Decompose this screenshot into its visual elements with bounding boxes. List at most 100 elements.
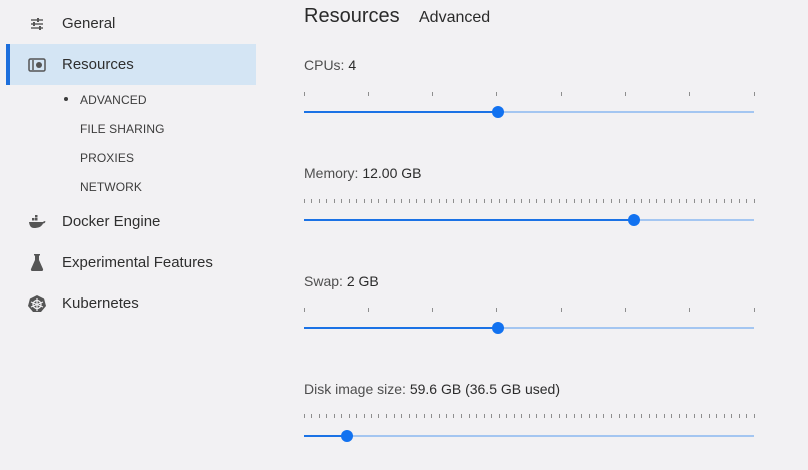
sidebar-item-resources[interactable]: Resources: [6, 44, 256, 85]
sidebar: General Resources ADVANCED FILE SHARING …: [0, 0, 256, 470]
slider-tick: [731, 199, 732, 203]
slider-tick: [543, 199, 545, 203]
slider-fill: [304, 219, 634, 221]
slider-tick: [551, 199, 552, 203]
slider-tick: [624, 92, 626, 96]
slider-tick: [581, 414, 582, 418]
slider-thumb[interactable]: [341, 430, 354, 442]
slider-tick: [573, 414, 575, 418]
sidebar-item-label: Experimental Features: [62, 254, 213, 271]
swap-slider[interactable]: [304, 318, 754, 338]
slider-tick: [536, 414, 537, 418]
slider-tick: [318, 414, 320, 418]
slider-tick: [723, 414, 725, 418]
slider-tick: [371, 199, 372, 203]
slider-tick: [432, 92, 434, 96]
slider-tick: [701, 199, 702, 203]
slider-tick: [432, 308, 434, 312]
sidebar-item-label: Docker Engine: [62, 213, 161, 230]
slider-tick: [648, 414, 650, 418]
sidebar-item-experimental[interactable]: Experimental Features: [6, 242, 256, 283]
slider-tick: [461, 414, 462, 418]
slider-tick: [401, 199, 402, 203]
slider-tick: [678, 199, 680, 203]
resources-icon: [26, 54, 48, 76]
slider-tick: [633, 199, 635, 203]
slider-tick: [738, 199, 740, 203]
slider-tick: [363, 199, 365, 203]
flask-icon: [26, 252, 48, 274]
subnav-network[interactable]: NETWORK: [80, 180, 142, 194]
slider-tick: [678, 414, 680, 418]
swap-ticks: [303, 308, 755, 313]
slider-tick: [408, 414, 410, 418]
slider-tick: [558, 199, 560, 203]
sidebar-item-docker-engine[interactable]: Docker Engine: [6, 201, 256, 242]
slider-tick: [453, 199, 455, 203]
slider-thumb[interactable]: [627, 214, 640, 226]
slider-tick: [333, 199, 335, 203]
subnav-file-sharing[interactable]: FILE SHARING: [80, 122, 165, 136]
disk-ticks: [303, 414, 755, 419]
slider-tick: [596, 414, 597, 418]
cpus-slider[interactable]: [304, 102, 754, 122]
memory-label-text: Memory:: [304, 165, 363, 181]
slider-tick: [401, 414, 402, 418]
slider-tick: [498, 414, 500, 418]
memory-slider[interactable]: [304, 210, 754, 230]
slider-tick: [686, 414, 687, 418]
slider-tick: [483, 414, 485, 418]
slider-tick: [753, 414, 755, 418]
whale-icon: [26, 211, 48, 233]
slider-tick: [618, 199, 620, 203]
page-subtitle: Advanced: [419, 9, 491, 26]
slider-tick: [423, 414, 425, 418]
slider-tick: [656, 414, 657, 418]
slider-tick: [371, 414, 372, 418]
sidebar-item-label: General: [62, 15, 116, 32]
slider-tick: [453, 414, 455, 418]
slider-tick: [423, 199, 425, 203]
active-bullet: [64, 97, 68, 101]
disk-label: Disk image size: 59.6 GB (36.5 GB used): [304, 381, 560, 397]
slider-tick: [446, 414, 447, 418]
slider-tick: [611, 199, 612, 203]
sidebar-item-kubernetes[interactable]: Kubernetes: [6, 283, 256, 324]
slider-tick: [506, 199, 507, 203]
slider-tick: [416, 199, 417, 203]
slider-tick: [386, 199, 387, 203]
slider-tick: [528, 199, 530, 203]
slider-tick: [438, 414, 440, 418]
slider-tick: [596, 199, 597, 203]
slider-tick: [476, 414, 477, 418]
slider-tick: [551, 414, 552, 418]
slider-tick: [689, 308, 691, 312]
slider-tick: [625, 199, 627, 203]
slider-tick: [716, 414, 717, 418]
cpus-ticks: [303, 92, 755, 97]
slider-thumb[interactable]: [491, 106, 504, 118]
sidebar-item-general[interactable]: General: [6, 3, 256, 44]
slider-tick: [356, 414, 357, 418]
subnav-proxies[interactable]: PROXIES: [80, 151, 134, 165]
slider-tick: [560, 308, 562, 312]
slider-thumb[interactable]: [491, 322, 504, 334]
slider-tick: [386, 414, 387, 418]
slider-tick: [513, 414, 515, 418]
slider-tick: [641, 414, 642, 418]
subnav-advanced[interactable]: ADVANCED: [80, 93, 147, 107]
slider-tick: [573, 199, 575, 203]
disk-slider[interactable]: [304, 426, 754, 446]
slider-tick: [656, 199, 657, 203]
slider-tick: [416, 414, 417, 418]
slider-tick: [340, 414, 342, 418]
sidebar-item-label: Resources: [62, 56, 134, 73]
slider-tick: [528, 414, 530, 418]
slider-tick: [326, 199, 327, 203]
slider-tick: [603, 199, 605, 203]
slider-tick: [746, 414, 747, 418]
slider-tick: [393, 199, 395, 203]
slider-tick: [348, 414, 350, 418]
slider-tick: [378, 414, 380, 418]
slider-tick: [521, 199, 522, 203]
